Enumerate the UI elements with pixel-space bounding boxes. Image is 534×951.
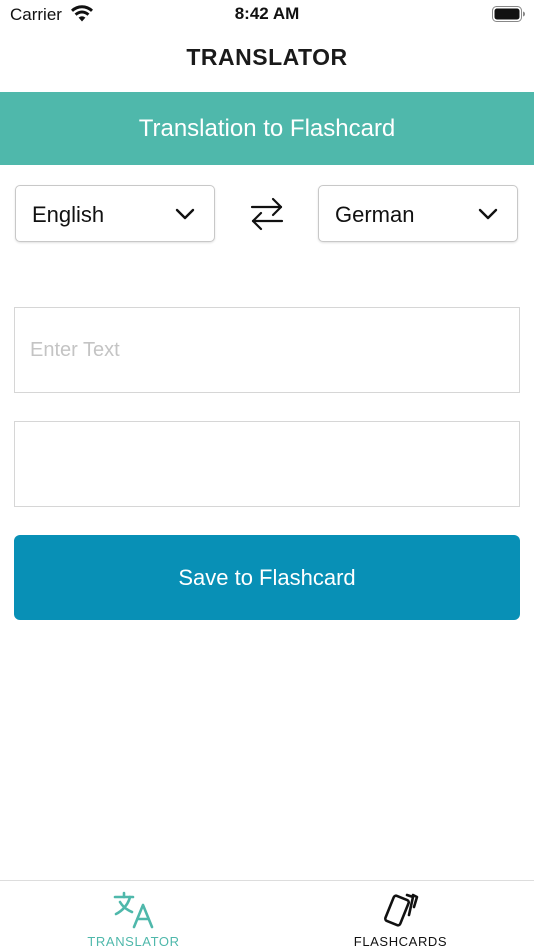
input-text-container	[14, 307, 520, 393]
swap-arrows-icon	[250, 197, 284, 231]
translate-icon	[113, 891, 154, 929]
page-title: TRANSLATOR	[186, 44, 348, 70]
tab-flashcards-label: FLASHCARDS	[353, 934, 448, 949]
flashcards-icon	[383, 893, 419, 927]
save-to-flashcard-button[interactable]: Save to Flashcard	[14, 535, 520, 620]
target-language-select[interactable]: German	[318, 185, 518, 242]
chevron-down-icon	[175, 208, 195, 220]
swap-languages-button[interactable]	[244, 191, 290, 237]
header-banner: Translation to Flashcard	[0, 92, 534, 165]
status-bar: Carrier 8:42 AM	[0, 0, 534, 30]
translation-output-field[interactable]	[15, 422, 519, 506]
translation-output-container	[14, 421, 520, 507]
status-time: 8:42 AM	[234, 4, 300, 23]
target-language-label: German	[335, 202, 415, 227]
tab-translator-label: TRANSLATOR	[87, 934, 180, 949]
banner-title: Translation to Flashcard	[138, 114, 396, 142]
tab-translator[interactable]: TRANSLATOR	[0, 881, 267, 951]
tab-bar: TRANSLATOR FLASHCARDS	[0, 880, 534, 951]
battery-icon	[492, 6, 525, 22]
source-language-label: English	[32, 202, 105, 227]
tab-flashcards[interactable]: FLASHCARDS	[267, 881, 534, 951]
source-language-select[interactable]: English	[15, 185, 215, 242]
enter-text-input[interactable]	[15, 308, 519, 392]
chevron-down-icon	[478, 208, 498, 220]
